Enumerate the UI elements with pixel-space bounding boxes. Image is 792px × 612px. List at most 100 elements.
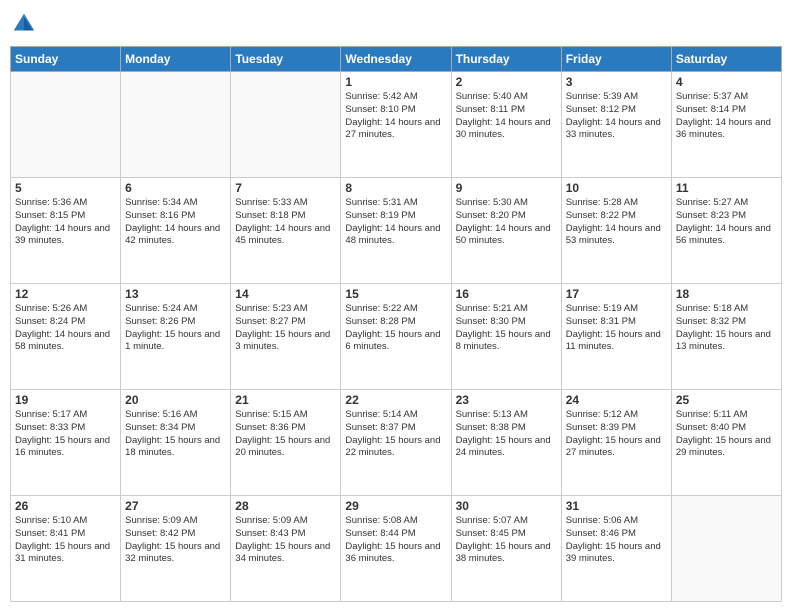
day-info: Sunrise: 5:11 AM Sunset: 8:40 PM Dayligh… bbox=[676, 409, 777, 460]
day-number: 25 bbox=[676, 393, 777, 407]
day-number: 19 bbox=[15, 393, 116, 407]
calendar-cell: 2 Sunrise: 5:40 AM Sunset: 8:11 PM Daylig… bbox=[451, 72, 561, 178]
day-number: 2 bbox=[456, 75, 557, 89]
calendar-cell: 4 Sunrise: 5:37 AM Sunset: 8:14 PM Daylig… bbox=[671, 72, 781, 178]
day-number: 10 bbox=[566, 181, 667, 195]
day-info: Sunrise: 5:13 AM Sunset: 8:38 PM Dayligh… bbox=[456, 409, 557, 460]
calendar-cell: 7 Sunrise: 5:33 AM Sunset: 8:18 PM Daylig… bbox=[231, 178, 341, 284]
day-number: 20 bbox=[125, 393, 226, 407]
day-number: 22 bbox=[345, 393, 446, 407]
calendar-cell: 20 Sunrise: 5:16 AM Sunset: 8:34 PM Dayli… bbox=[121, 390, 231, 496]
day-number: 30 bbox=[456, 499, 557, 513]
calendar-day-header: Monday bbox=[121, 47, 231, 72]
calendar-week-row: 5 Sunrise: 5:36 AM Sunset: 8:15 PM Daylig… bbox=[11, 178, 782, 284]
logo-icon bbox=[10, 10, 38, 38]
day-info: Sunrise: 5:16 AM Sunset: 8:34 PM Dayligh… bbox=[125, 409, 226, 460]
day-number: 11 bbox=[676, 181, 777, 195]
calendar-cell: 25 Sunrise: 5:11 AM Sunset: 8:40 PM Dayli… bbox=[671, 390, 781, 496]
day-number: 7 bbox=[235, 181, 336, 195]
calendar-cell: 22 Sunrise: 5:14 AM Sunset: 8:37 PM Dayli… bbox=[341, 390, 451, 496]
day-info: Sunrise: 5:24 AM Sunset: 8:26 PM Dayligh… bbox=[125, 303, 226, 354]
day-info: Sunrise: 5:10 AM Sunset: 8:41 PM Dayligh… bbox=[15, 515, 116, 566]
calendar-cell bbox=[231, 72, 341, 178]
day-number: 16 bbox=[456, 287, 557, 301]
day-info: Sunrise: 5:09 AM Sunset: 8:43 PM Dayligh… bbox=[235, 515, 336, 566]
calendar-cell: 10 Sunrise: 5:28 AM Sunset: 8:22 PM Dayli… bbox=[561, 178, 671, 284]
calendar-header-row: SundayMondayTuesdayWednesdayThursdayFrid… bbox=[11, 47, 782, 72]
calendar-day-header: Saturday bbox=[671, 47, 781, 72]
day-info: Sunrise: 5:26 AM Sunset: 8:24 PM Dayligh… bbox=[15, 303, 116, 354]
day-number: 9 bbox=[456, 181, 557, 195]
calendar-cell: 24Sunrise: 5:12 AM Sunset: 8:39 PM Dayli… bbox=[561, 390, 671, 496]
day-info: Sunrise: 5:12 AM Sunset: 8:39 PM Dayligh… bbox=[566, 409, 667, 460]
calendar-week-row: 19 Sunrise: 5:17 AM Sunset: 8:33 PM Dayli… bbox=[11, 390, 782, 496]
calendar-cell: 15Sunrise: 5:22 AM Sunset: 8:28 PM Dayli… bbox=[341, 284, 451, 390]
day-info: Sunrise: 5:06 AM Sunset: 8:46 PM Dayligh… bbox=[566, 515, 667, 566]
calendar-day-header: Sunday bbox=[11, 47, 121, 72]
day-number: 21 bbox=[235, 393, 336, 407]
calendar-cell: 12 Sunrise: 5:26 AM Sunset: 8:24 PM Dayli… bbox=[11, 284, 121, 390]
calendar-cell: 11 Sunrise: 5:27 AM Sunset: 8:23 PM Dayli… bbox=[671, 178, 781, 284]
day-info: Sunrise: 5:21 AM Sunset: 8:30 PM Dayligh… bbox=[456, 303, 557, 354]
day-number: 14 bbox=[235, 287, 336, 301]
day-info: Sunrise: 5:27 AM Sunset: 8:23 PM Dayligh… bbox=[676, 197, 777, 248]
calendar-cell bbox=[671, 496, 781, 602]
calendar-cell: 31 Sunrise: 5:06 AM Sunset: 8:46 PM Dayli… bbox=[561, 496, 671, 602]
day-number: 4 bbox=[676, 75, 777, 89]
day-number: 26 bbox=[15, 499, 116, 513]
day-number: 28 bbox=[235, 499, 336, 513]
calendar-cell: 3Sunrise: 5:39 AM Sunset: 8:12 PM Daylig… bbox=[561, 72, 671, 178]
calendar-day-header: Thursday bbox=[451, 47, 561, 72]
calendar-week-row: 12 Sunrise: 5:26 AM Sunset: 8:24 PM Dayli… bbox=[11, 284, 782, 390]
day-info: Sunrise: 5:07 AM Sunset: 8:45 PM Dayligh… bbox=[456, 515, 557, 566]
calendar-cell: 23Sunrise: 5:13 AM Sunset: 8:38 PM Dayli… bbox=[451, 390, 561, 496]
day-info: Sunrise: 5:36 AM Sunset: 8:15 PM Dayligh… bbox=[15, 197, 116, 248]
calendar-week-row: 1 Sunrise: 5:42 AM Sunset: 8:10 PM Daylig… bbox=[11, 72, 782, 178]
day-number: 12 bbox=[15, 287, 116, 301]
day-info: Sunrise: 5:40 AM Sunset: 8:11 PM Dayligh… bbox=[456, 91, 557, 142]
calendar-cell: 17Sunrise: 5:19 AM Sunset: 8:31 PM Dayli… bbox=[561, 284, 671, 390]
calendar-cell: 13 Sunrise: 5:24 AM Sunset: 8:26 PM Dayli… bbox=[121, 284, 231, 390]
calendar: SundayMondayTuesdayWednesdayThursdayFrid… bbox=[10, 46, 782, 602]
day-info: Sunrise: 5:37 AM Sunset: 8:14 PM Dayligh… bbox=[676, 91, 777, 142]
day-info: Sunrise: 5:09 AM Sunset: 8:42 PM Dayligh… bbox=[125, 515, 226, 566]
day-info: Sunrise: 5:34 AM Sunset: 8:16 PM Dayligh… bbox=[125, 197, 226, 248]
calendar-day-header: Tuesday bbox=[231, 47, 341, 72]
day-info: Sunrise: 5:08 AM Sunset: 8:44 PM Dayligh… bbox=[345, 515, 446, 566]
calendar-cell: 9Sunrise: 5:30 AM Sunset: 8:20 PM Daylig… bbox=[451, 178, 561, 284]
day-number: 8 bbox=[345, 181, 446, 195]
day-info: Sunrise: 5:28 AM Sunset: 8:22 PM Dayligh… bbox=[566, 197, 667, 248]
day-info: Sunrise: 5:14 AM Sunset: 8:37 PM Dayligh… bbox=[345, 409, 446, 460]
calendar-cell: 6Sunrise: 5:34 AM Sunset: 8:16 PM Daylig… bbox=[121, 178, 231, 284]
calendar-cell: 21 Sunrise: 5:15 AM Sunset: 8:36 PM Dayli… bbox=[231, 390, 341, 496]
day-info: Sunrise: 5:31 AM Sunset: 8:19 PM Dayligh… bbox=[345, 197, 446, 248]
calendar-cell bbox=[121, 72, 231, 178]
calendar-cell: 29 Sunrise: 5:08 AM Sunset: 8:44 PM Dayli… bbox=[341, 496, 451, 602]
calendar-cell: 16 Sunrise: 5:21 AM Sunset: 8:30 PM Dayli… bbox=[451, 284, 561, 390]
calendar-cell: 18Sunrise: 5:18 AM Sunset: 8:32 PM Dayli… bbox=[671, 284, 781, 390]
day-number: 15 bbox=[345, 287, 446, 301]
calendar-cell: 19 Sunrise: 5:17 AM Sunset: 8:33 PM Dayli… bbox=[11, 390, 121, 496]
calendar-cell: 5 Sunrise: 5:36 AM Sunset: 8:15 PM Daylig… bbox=[11, 178, 121, 284]
header bbox=[10, 10, 782, 38]
day-number: 5 bbox=[15, 181, 116, 195]
logo bbox=[10, 10, 42, 38]
page: SundayMondayTuesdayWednesdayThursdayFrid… bbox=[0, 0, 792, 612]
day-number: 17 bbox=[566, 287, 667, 301]
calendar-cell: 28 Sunrise: 5:09 AM Sunset: 8:43 PM Dayli… bbox=[231, 496, 341, 602]
day-info: Sunrise: 5:42 AM Sunset: 8:10 PM Dayligh… bbox=[345, 91, 446, 142]
day-number: 31 bbox=[566, 499, 667, 513]
day-number: 18 bbox=[676, 287, 777, 301]
calendar-cell: 1 Sunrise: 5:42 AM Sunset: 8:10 PM Daylig… bbox=[341, 72, 451, 178]
day-info: Sunrise: 5:17 AM Sunset: 8:33 PM Dayligh… bbox=[15, 409, 116, 460]
calendar-cell: 8 Sunrise: 5:31 AM Sunset: 8:19 PM Daylig… bbox=[341, 178, 451, 284]
calendar-cell bbox=[11, 72, 121, 178]
day-number: 13 bbox=[125, 287, 226, 301]
day-number: 1 bbox=[345, 75, 446, 89]
calendar-cell: 26 Sunrise: 5:10 AM Sunset: 8:41 PM Dayli… bbox=[11, 496, 121, 602]
day-number: 29 bbox=[345, 499, 446, 513]
day-info: Sunrise: 5:15 AM Sunset: 8:36 PM Dayligh… bbox=[235, 409, 336, 460]
calendar-cell: 27Sunrise: 5:09 AM Sunset: 8:42 PM Dayli… bbox=[121, 496, 231, 602]
day-info: Sunrise: 5:33 AM Sunset: 8:18 PM Dayligh… bbox=[235, 197, 336, 248]
calendar-cell: 14Sunrise: 5:23 AM Sunset: 8:27 PM Dayli… bbox=[231, 284, 341, 390]
